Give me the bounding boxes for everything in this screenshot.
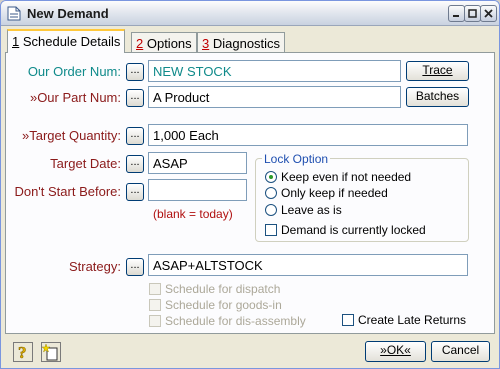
batches-button[interactable]: Batches: [406, 87, 469, 107]
checkbox-schedule-dispatch: Schedule for dispatch: [149, 282, 280, 296]
dont-start-label: Don't Start Before:: [14, 184, 121, 199]
checkbox-label: Schedule for dispatch: [165, 282, 281, 296]
radio-label: Leave as is: [281, 203, 342, 217]
radio-keep-even[interactable]: Keep even if not needed: [265, 170, 411, 184]
target-date-label: Target Date:: [50, 156, 121, 171]
tab-label: Schedule Details: [19, 34, 121, 49]
radio-only-keep[interactable]: Only keep if needed: [265, 186, 388, 200]
window-title: New Demand: [27, 6, 109, 21]
order-num-label: Our Order Num:: [27, 64, 121, 79]
checkbox-icon: [149, 315, 161, 327]
help-question-icon: ?: [18, 343, 27, 363]
part-num-label: »Our Part Num:: [29, 90, 121, 105]
lock-option-title: Lock Option: [262, 152, 331, 166]
order-num-lookup-button[interactable]: ...: [126, 63, 144, 81]
tab-options[interactable]: 2 Options: [131, 32, 197, 53]
checkbox-create-late-returns[interactable]: Create Late Returns: [342, 313, 466, 327]
close-button[interactable]: [480, 5, 497, 22]
checkbox-label: Create Late Returns: [358, 313, 467, 327]
cancel-button[interactable]: Cancel: [431, 341, 490, 362]
strategy-label: Strategy:: [68, 259, 121, 274]
checkbox-icon: [149, 283, 161, 295]
tab-diagnostics[interactable]: 3 Diagnostics: [197, 32, 286, 53]
dont-start-button[interactable]: ...: [126, 183, 144, 201]
new-document-button[interactable]: [41, 342, 61, 362]
strategy-button[interactable]: ...: [126, 258, 144, 276]
checkbox-demand-locked[interactable]: Demand is currently locked: [265, 223, 426, 237]
tab-label: Diagnostics: [209, 36, 281, 51]
target-qty-field[interactable]: 1,000 Each: [148, 124, 468, 146]
document-icon: [7, 6, 21, 21]
tab-label: Options: [143, 36, 192, 51]
order-num-field[interactable]: NEW STOCK: [148, 60, 401, 82]
new-demand-window: New Demand 1 Schedule Details 2 Options …: [0, 0, 500, 369]
part-num-field[interactable]: A Product: [148, 86, 401, 108]
part-num-lookup-button[interactable]: ...: [126, 89, 144, 107]
checkbox-icon: [265, 224, 277, 236]
help-button[interactable]: ?: [13, 342, 33, 362]
close-icon: [484, 9, 493, 18]
checkbox-schedule-goods-in: Schedule for goods-in: [149, 298, 282, 312]
radio-selected-icon: [265, 171, 277, 183]
radio-leave-as-is[interactable]: Leave as is: [265, 203, 342, 217]
radio-label: Keep even if not needed: [281, 170, 412, 184]
target-date-field[interactable]: ASAP: [148, 152, 247, 174]
dont-start-hint: (blank = today): [153, 207, 233, 221]
trace-label: Trace: [422, 63, 453, 77]
radio-icon: [265, 187, 277, 199]
maximize-icon: [468, 9, 477, 18]
target-date-button[interactable]: ...: [126, 155, 144, 173]
minimize-button[interactable]: [448, 5, 465, 22]
target-qty-button[interactable]: ...: [126, 127, 144, 145]
checkbox-label: Demand is currently locked: [281, 223, 426, 237]
maximize-button[interactable]: [464, 5, 481, 22]
trace-button[interactable]: Trace: [406, 61, 469, 81]
new-document-icon: [41, 343, 58, 361]
radio-icon: [265, 204, 277, 216]
radio-label: Only keep if needed: [281, 186, 388, 200]
minimize-icon: [453, 15, 459, 17]
title-bar[interactable]: New Demand: [1, 1, 499, 26]
ok-label: »OK«: [380, 343, 411, 357]
checkbox-icon: [149, 299, 161, 311]
checkbox-schedule-disassembly: Schedule for dis-assembly: [149, 314, 306, 328]
tab-schedule-details[interactable]: 1 Schedule Details: [7, 29, 126, 53]
checkbox-icon: [342, 314, 354, 326]
ok-button[interactable]: »OK«: [365, 341, 426, 362]
checkbox-label: Schedule for dis-assembly: [165, 314, 306, 328]
checkbox-label: Schedule for goods-in: [165, 298, 282, 312]
target-qty-label: »Target Quantity:: [22, 128, 121, 143]
strategy-field[interactable]: ASAP+ALTSTOCK: [148, 254, 468, 276]
dont-start-field[interactable]: [148, 179, 247, 201]
svg-text:?: ?: [18, 343, 27, 361]
